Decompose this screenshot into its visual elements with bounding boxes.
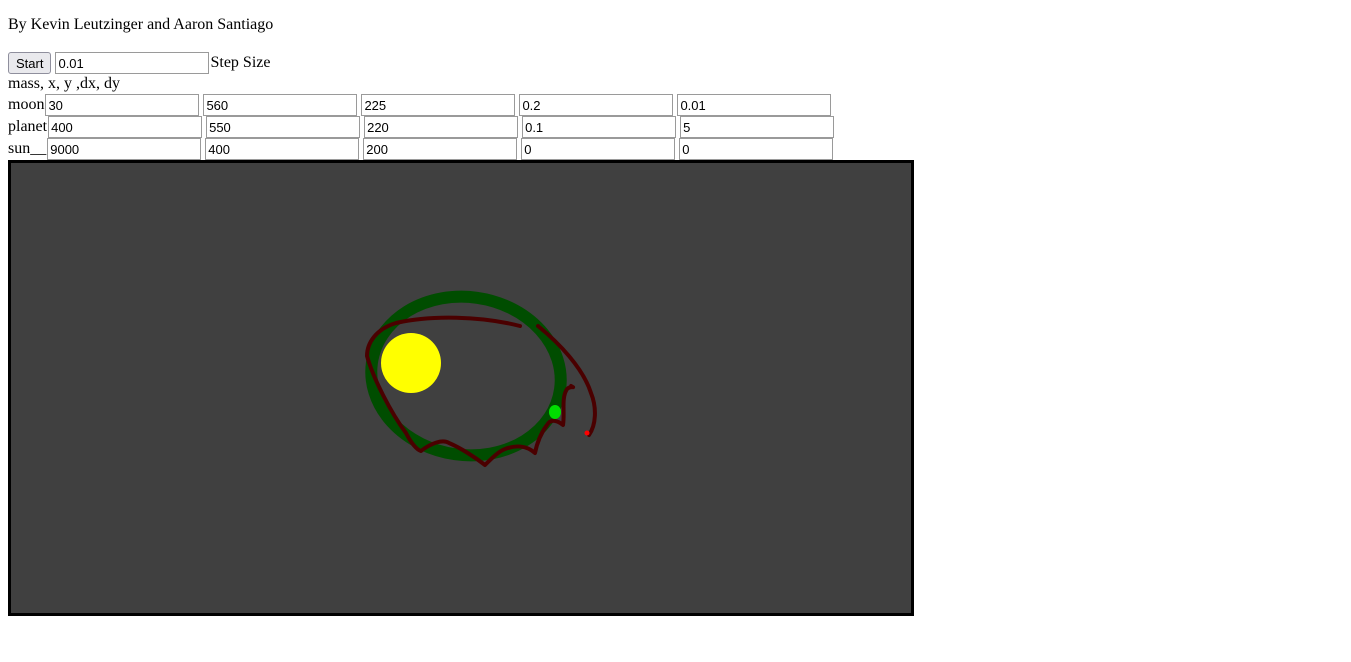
page: By Kevin Leutzinger and Aaron Santiago S… (0, 0, 1351, 662)
sun-x-input[interactable] (205, 138, 360, 160)
sun-row: sun__ (8, 138, 837, 160)
planet (549, 405, 561, 419)
step-size-input[interactable] (55, 52, 210, 74)
sun-mass-input[interactable] (47, 138, 202, 160)
authors-credit: By Kevin Leutzinger and Aaron Santiago (8, 16, 274, 33)
moon-row: moon (8, 94, 835, 116)
planet-x-input[interactable] (206, 116, 361, 138)
moon-label: moon (8, 96, 45, 113)
moon-dy-input[interactable] (677, 94, 832, 116)
moon-mass-input[interactable] (45, 94, 200, 116)
planet-label: planet (8, 118, 48, 135)
step-size-label: Step Size (210, 54, 271, 71)
parameters-header: mass, x, y ,dx, dy (8, 75, 120, 92)
planet-y-input[interactable] (364, 116, 519, 138)
moon-x-input[interactable] (203, 94, 358, 116)
sun (381, 333, 441, 393)
planet-dx-input[interactable] (522, 116, 677, 138)
simulation-canvas (8, 160, 914, 616)
sun-dy-input[interactable] (679, 138, 834, 160)
planet-row: planet (8, 116, 838, 138)
moon-dx-input[interactable] (519, 94, 674, 116)
simulation-drawing (365, 290, 597, 467)
moon (584, 430, 590, 436)
controls-bar: Start Step Size (8, 52, 270, 74)
sun-label: sun__ (8, 140, 47, 157)
sun-y-input[interactable] (363, 138, 518, 160)
sun-dx-input[interactable] (521, 138, 676, 160)
planet-mass-input[interactable] (48, 116, 203, 138)
planet-dy-input[interactable] (680, 116, 835, 138)
moon-y-input[interactable] (361, 94, 516, 116)
start-button[interactable]: Start (8, 52, 52, 74)
